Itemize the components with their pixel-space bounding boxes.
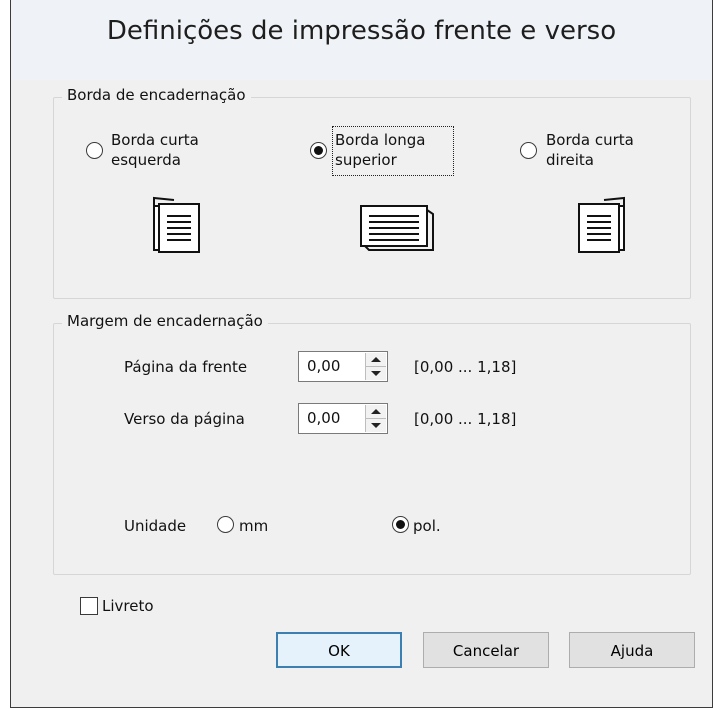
- binding-margin-group: Margem de encadernação Página da frente …: [53, 312, 691, 575]
- title-bar: Definições de impressão frente e verso: [11, 0, 712, 80]
- long-top-radio[interactable]: [310, 142, 327, 159]
- short-right-label-line2[interactable]: direita: [546, 150, 594, 170]
- cancel-button[interactable]: Cancelar: [423, 632, 549, 668]
- unit-label: Unidade: [124, 517, 187, 535]
- binding-margin-legend: Margem de encadernação: [62, 312, 268, 330]
- binding-edge-group: Borda de encadernação Borda curta esquer…: [53, 86, 691, 299]
- back-page-label: Verso da página: [124, 410, 245, 428]
- binding-edge-legend: Borda de encadernação: [62, 86, 251, 104]
- ok-button[interactable]: OK: [276, 632, 402, 668]
- long-top-label-line1[interactable]: Borda longa: [335, 130, 425, 150]
- inches-label[interactable]: pol.: [413, 516, 441, 536]
- back-page-range: [0,00 ... 1,18]: [414, 410, 517, 428]
- dialog-window: Definições de impressão frente e verso B…: [10, 0, 713, 708]
- increment-arrow-icon[interactable]: [366, 405, 386, 419]
- help-button[interactable]: Ajuda: [569, 632, 695, 668]
- mm-radio[interactable]: [217, 516, 234, 533]
- spinner-buttons: [365, 353, 386, 380]
- back-page-margin-spinner[interactable]: 0,00: [298, 403, 388, 434]
- back-page-margin-value[interactable]: 0,00: [307, 409, 340, 427]
- front-page-margin-value[interactable]: 0,00: [307, 357, 340, 375]
- document-short-right-edge-icon: [578, 196, 625, 253]
- decrement-arrow-icon[interactable]: [366, 367, 386, 380]
- front-page-range: [0,00 ... 1,18]: [414, 358, 517, 376]
- booklet-checkbox[interactable]: [80, 597, 98, 615]
- short-left-label-line1[interactable]: Borda curta: [111, 130, 199, 150]
- front-page-margin-spinner[interactable]: 0,00: [298, 351, 388, 382]
- mm-label[interactable]: mm: [239, 516, 268, 536]
- short-left-label-line2[interactable]: esquerda: [111, 150, 181, 170]
- front-page-label: Página da frente: [124, 358, 248, 376]
- dialog-title: Definições de impressão frente e verso: [106, 16, 617, 46]
- inches-radio[interactable]: [392, 516, 409, 533]
- document-short-left-edge-icon: [153, 196, 200, 253]
- booklet-label[interactable]: Livreto: [102, 596, 154, 616]
- short-left-radio[interactable]: [86, 142, 103, 159]
- increment-arrow-icon[interactable]: [366, 353, 386, 367]
- long-top-label-line2[interactable]: superior: [335, 150, 397, 170]
- short-right-label-line1[interactable]: Borda curta: [546, 130, 634, 150]
- decrement-arrow-icon[interactable]: [366, 419, 386, 432]
- short-right-radio[interactable]: [520, 142, 537, 159]
- spinner-buttons: [365, 405, 386, 432]
- document-long-top-edge-icon: [360, 205, 434, 251]
